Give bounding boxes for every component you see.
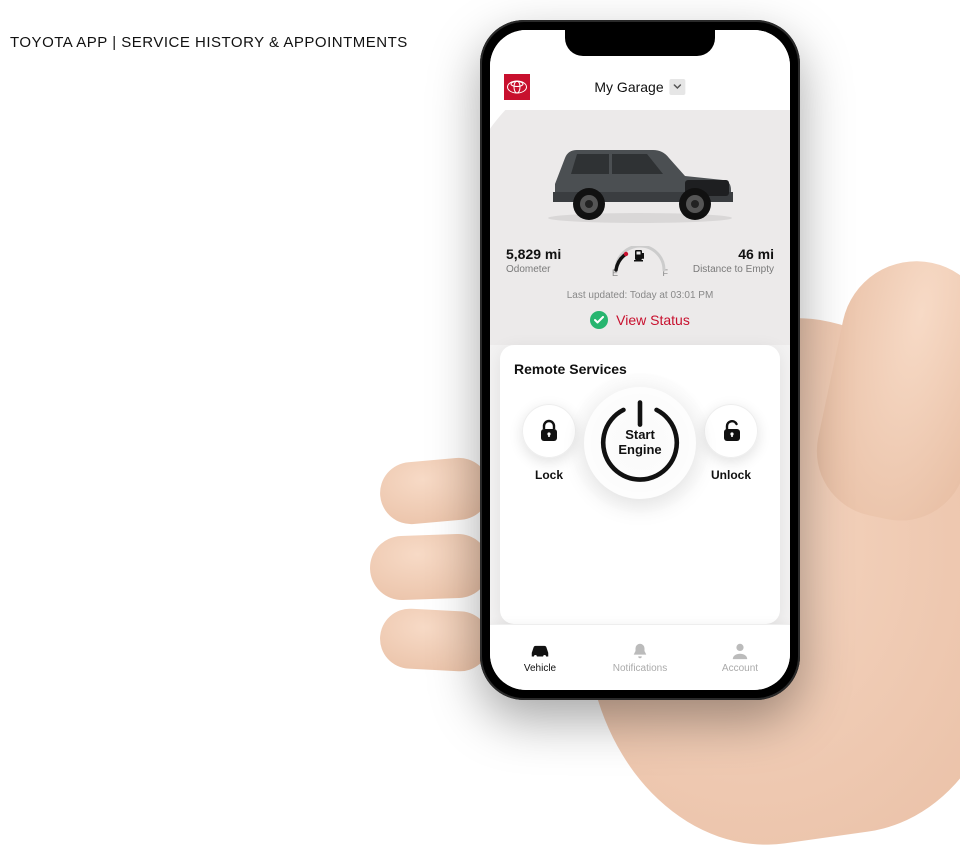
toyota-logo-icon <box>507 80 527 94</box>
tab-account[interactable]: Account <box>690 625 790 690</box>
remote-services-card: Remote Services Lock <box>500 345 780 624</box>
view-status-link: View Status <box>616 312 690 328</box>
tab-notifications[interactable]: Notifications <box>590 625 690 690</box>
tab-vehicle-label: Vehicle <box>524 663 556 674</box>
last-updated-text: Last updated: Today at 03:01 PM <box>490 284 790 305</box>
tab-account-label: Account <box>722 663 758 674</box>
phone-frame: My Garage <box>480 20 800 700</box>
garage-selector[interactable]: My Garage <box>594 79 685 95</box>
toyota-logo[interactable] <box>504 74 530 100</box>
view-status-row[interactable]: View Status <box>490 305 790 345</box>
dte-stat: 46 mi Distance to Empty <box>682 246 774 275</box>
vehicle-image <box>535 114 745 224</box>
start-engine-button[interactable]: Start Engine <box>584 387 696 499</box>
tab-bar: Vehicle Notifications Account <box>490 624 790 690</box>
dte-label: Distance to Empty <box>682 264 774 275</box>
unlock-label: Unlock <box>711 468 751 482</box>
vehicle-hero <box>490 110 790 232</box>
app-screen: My Garage <box>490 30 790 690</box>
car-icon <box>529 642 551 660</box>
fuel-gauge: E F <box>612 246 668 278</box>
engine-line1: Start <box>625 427 655 442</box>
bell-icon <box>629 642 651 660</box>
lock-icon <box>538 419 560 443</box>
chevron-down-icon <box>670 79 686 95</box>
odometer-label: Odometer <box>506 264 598 275</box>
lock-label: Lock <box>535 468 563 482</box>
tab-vehicle[interactable]: Vehicle <box>490 625 590 690</box>
unlock-icon <box>719 419 743 443</box>
person-icon <box>729 642 751 660</box>
dte-value: 46 mi <box>682 246 774 262</box>
odometer-stat: 5,829 mi Odometer <box>506 246 598 275</box>
phone-notch <box>565 30 715 56</box>
vehicle-stats: 5,829 mi Odometer E F <box>490 232 790 284</box>
tab-notifications-label: Notifications <box>613 663 667 674</box>
page-title: TOYOTA APP | SERVICE HISTORY & APPOINTME… <box>10 34 408 51</box>
engine-line2: Engine <box>618 442 661 457</box>
odometer-value: 5,829 mi <box>506 246 598 262</box>
check-circle-icon <box>590 311 608 329</box>
garage-label: My Garage <box>594 79 663 95</box>
